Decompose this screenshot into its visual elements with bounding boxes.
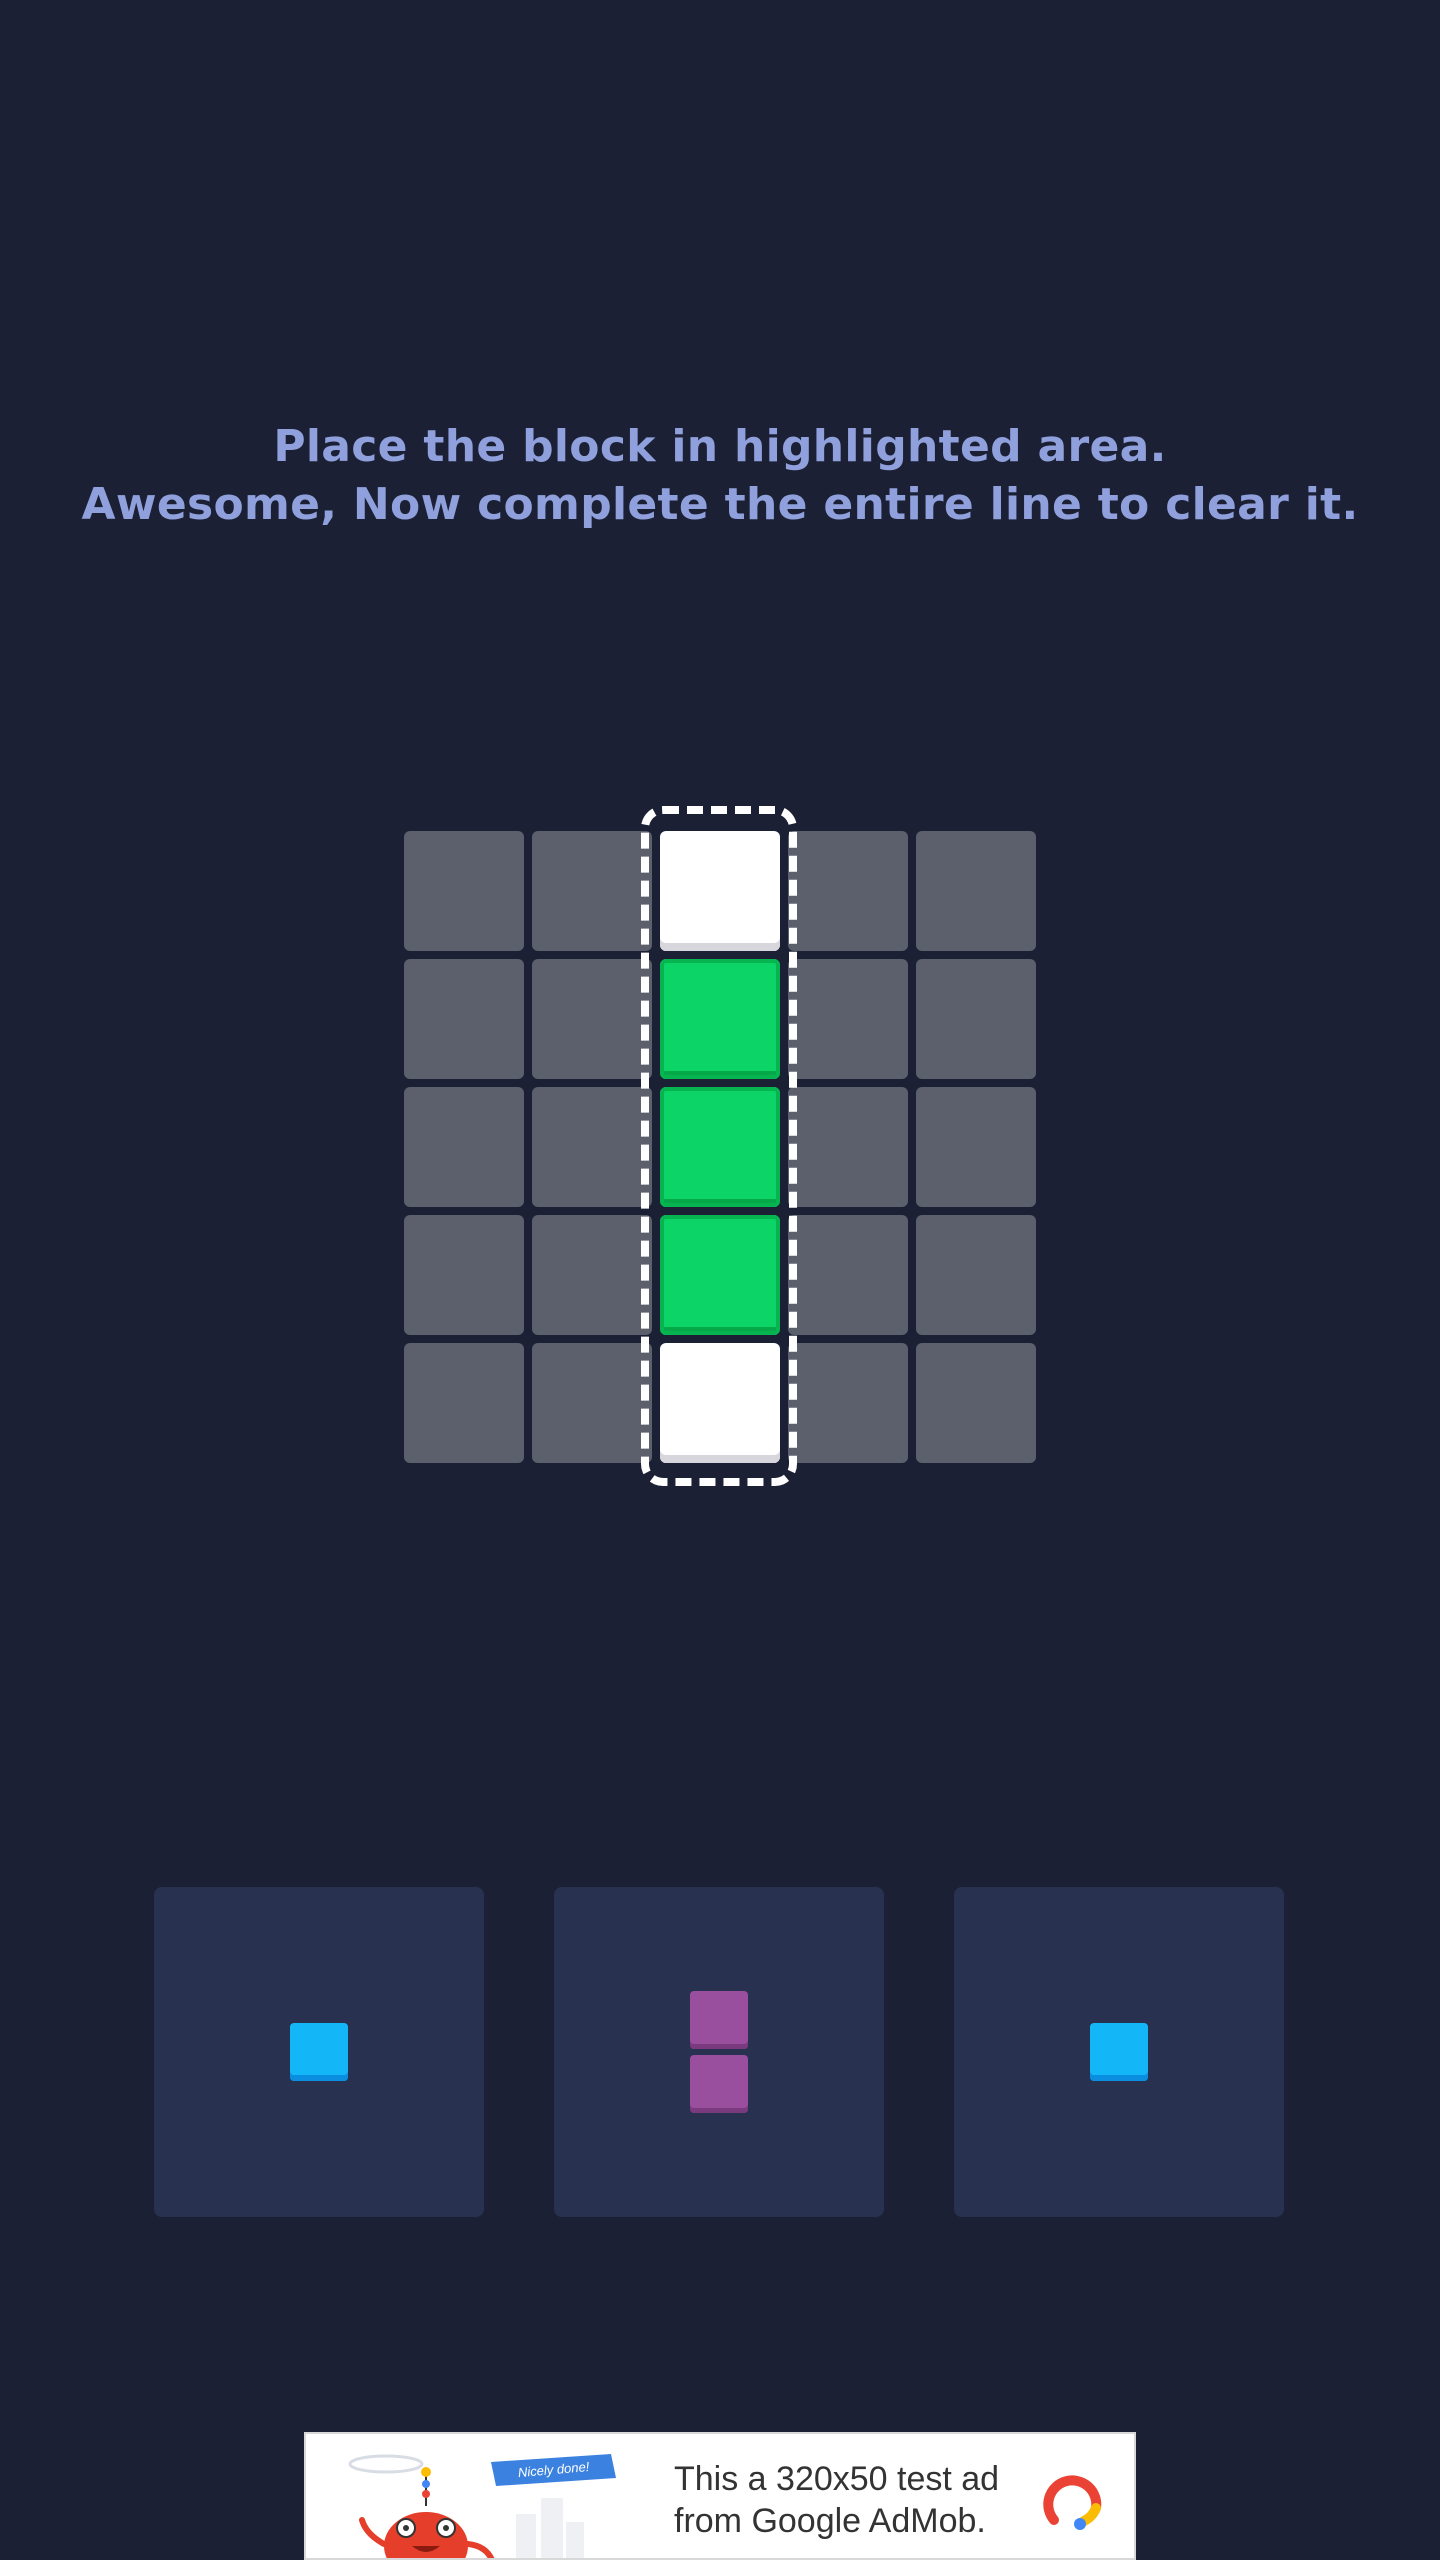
ad-text[interactable]: This a 320x50 test ad from Google AdMob. bbox=[674, 2458, 1014, 2542]
board-cell-empty[interactable] bbox=[404, 1215, 524, 1335]
admob-logo-icon bbox=[1043, 2475, 1102, 2530]
ad-mascot-illustration: Nicely done! bbox=[348, 2454, 616, 2558]
highlighted-column-outline bbox=[641, 806, 797, 1486]
tray-slot-3[interactable] bbox=[954, 1887, 1284, 2217]
ad-text-line-2: from Google AdMob. bbox=[674, 2502, 986, 2540]
board-cell-empty[interactable] bbox=[532, 959, 652, 1079]
board-cell-empty[interactable] bbox=[788, 1215, 908, 1335]
board-cell-empty[interactable] bbox=[532, 1343, 652, 1463]
piece-purple-block-top[interactable] bbox=[690, 1991, 748, 2049]
piece-blue-single[interactable] bbox=[1090, 2023, 1148, 2081]
board-cell-empty[interactable] bbox=[916, 1087, 1036, 1207]
tray-slot-2[interactable] bbox=[554, 1887, 884, 2217]
board-cell-empty[interactable] bbox=[532, 1215, 652, 1335]
board-cell-empty[interactable] bbox=[788, 1087, 908, 1207]
ad-banner[interactable]: Nicely done! This a 320x50 test ad from … bbox=[304, 2432, 1136, 2560]
piece-purple-block-bottom[interactable] bbox=[690, 2055, 748, 2113]
board-cell-empty[interactable] bbox=[916, 831, 1036, 951]
board-cell-empty[interactable] bbox=[404, 1087, 524, 1207]
board-cell-empty[interactable] bbox=[532, 831, 652, 951]
instruction-line-2: Awesome, Now complete the entire line to… bbox=[81, 479, 1359, 530]
ad-text-line-1: This a 320x50 test ad bbox=[674, 2460, 1000, 2498]
board-cell-empty[interactable] bbox=[404, 831, 524, 951]
tray-slot-1[interactable] bbox=[154, 1887, 484, 2217]
board-cell-empty[interactable] bbox=[916, 959, 1036, 1079]
instruction-line-1: Place the block in highlighted area. bbox=[273, 421, 1167, 472]
board-cell-empty[interactable] bbox=[916, 1215, 1036, 1335]
board-cell-empty[interactable] bbox=[788, 831, 908, 951]
piece-blue-single[interactable] bbox=[290, 2023, 348, 2081]
tutorial-instructions: Place the block in highlighted area. Awe… bbox=[0, 418, 1440, 534]
board-cell-empty[interactable] bbox=[788, 1343, 908, 1463]
board-cell-empty[interactable] bbox=[916, 1343, 1036, 1463]
board-cell-empty[interactable] bbox=[788, 959, 908, 1079]
board-cell-empty[interactable] bbox=[404, 959, 524, 1079]
board-cell-empty[interactable] bbox=[532, 1087, 652, 1207]
board-cell-empty[interactable] bbox=[404, 1343, 524, 1463]
